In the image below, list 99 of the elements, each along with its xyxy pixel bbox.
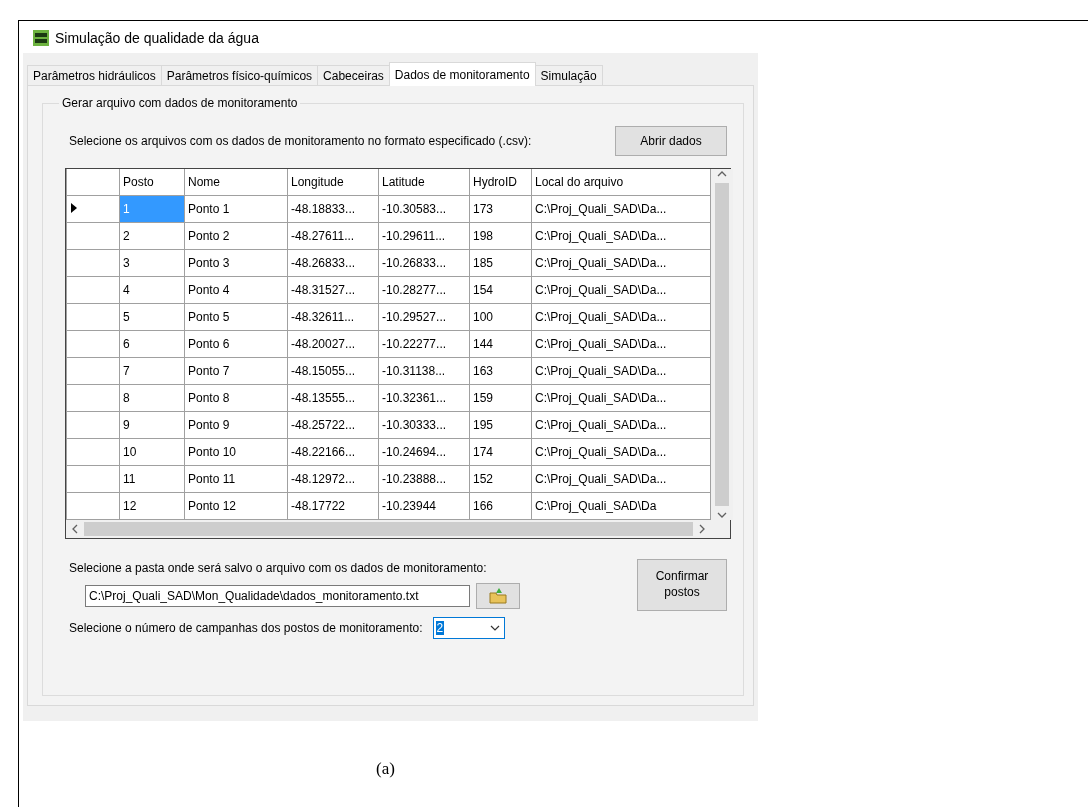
table-cell: Ponto 11 (184, 465, 288, 493)
table-cell: C:\Proj_Quali_SAD\Da... (531, 465, 711, 493)
campaigns-label: Selecione o número de campanhas dos postos de monitoramento: (69, 621, 423, 635)
table-cell: -10.30583... (378, 195, 470, 223)
scroll-right-icon[interactable] (697, 524, 707, 534)
table-cell: Ponto 6 (184, 330, 288, 358)
table-cell: -10.29527... (378, 303, 470, 331)
column-header[interactable]: Local do arquivo (531, 169, 711, 196)
tab[interactable]: Parâmetros hidráulicos (27, 65, 162, 85)
table-cell: 10 (119, 438, 185, 466)
table-cell: Ponto 3 (184, 249, 288, 277)
table-cell: 173 (469, 195, 532, 223)
folder-path-field[interactable]: C:\Proj_Quali_SAD\Mon_Qualidade\dados_monitoramento.txt (85, 585, 470, 607)
table-cell: 195 (469, 411, 532, 439)
column-header[interactable]: Latitude (378, 169, 470, 196)
table-cell: 174 (469, 438, 532, 466)
table-cell: Ponto 5 (184, 303, 288, 331)
confirm-button[interactable]: Confirmar postos (637, 559, 727, 611)
table-cell: 2 (119, 222, 185, 250)
table-cell: -48.31527... (287, 276, 379, 304)
table-cell: 11 (119, 465, 185, 493)
table-cell: -48.15055... (287, 357, 379, 385)
table-cell: C:\Proj_Quali_SAD\Da... (531, 330, 711, 358)
table-cell: -48.26833... (287, 249, 379, 277)
tab[interactable]: Dados de monitoramento (388, 62, 536, 86)
open-data-button[interactable]: Abrir dados (615, 126, 727, 156)
table-cell: -10.32361... (378, 384, 470, 412)
table-cell: 144 (469, 330, 532, 358)
chevron-down-icon (489, 625, 500, 631)
tab[interactable]: Simulação (534, 65, 603, 85)
table-cell: -48.12972... (287, 465, 379, 493)
scroll-down-icon[interactable] (717, 510, 727, 520)
table-cell: Ponto 2 (184, 222, 288, 250)
window-title: Simulação de qualidade da água (55, 30, 259, 46)
scroll-up-icon[interactable] (717, 169, 727, 179)
figure-caption: (a) (375, 759, 396, 779)
table-cell: 9 (119, 411, 185, 439)
table-cell: C:\Proj_Quali_SAD\Da... (531, 195, 711, 223)
table-cell: C:\Proj_Quali_SAD\Da... (531, 222, 711, 250)
table-cell: C:\Proj_Quali_SAD\Da... (531, 438, 711, 466)
table-cell: -10.24694... (378, 438, 470, 466)
table-cell: -48.17722 (287, 492, 379, 520)
table-cell: C:\Proj_Quali_SAD\Da... (531, 411, 711, 439)
scroll-left-icon[interactable] (70, 524, 80, 534)
table-cell: -10.31138... (378, 357, 470, 385)
table-cell: -48.13555... (287, 384, 379, 412)
table-cell: Ponto 7 (184, 357, 288, 385)
table-cell: 4 (119, 276, 185, 304)
tab[interactable]: Parâmetros físico-químicos (160, 65, 319, 85)
table-cell: C:\Proj_Quali_SAD\Da... (531, 303, 711, 331)
table-cell: -10.26833... (378, 249, 470, 277)
table-cell: 1 (119, 195, 185, 223)
column-header[interactable]: Posto (119, 169, 185, 196)
table-cell: 166 (469, 492, 532, 520)
table-cell: Ponto 1 (184, 195, 288, 223)
table-cell: 152 (469, 465, 532, 493)
table-cell: 163 (469, 357, 532, 385)
table-cell: -10.28277... (378, 276, 470, 304)
table-cell: 198 (469, 222, 532, 250)
campaigns-dropdown[interactable]: 2 (432, 617, 505, 639)
column-header[interactable]: Longitude (287, 169, 379, 196)
table-cell: 185 (469, 249, 532, 277)
table-cell: Ponto 9 (184, 411, 288, 439)
table-cell: -48.20027... (287, 330, 379, 358)
folder-label: Selecione a pasta onde será salvo o arquivo com os dados de monitoramento: (69, 561, 488, 575)
table-cell: C:\Proj_Quali_SAD\Da... (531, 249, 711, 277)
instruction-label: Selecione os arquivos com os dados de monitoramento no formato especificado (.csv): (69, 134, 532, 148)
table-cell: C:\Proj_Quali_SAD\Da... (531, 384, 711, 412)
table-cell: 12 (119, 492, 185, 520)
table-cell: -10.23944 (378, 492, 470, 520)
folder-icon (488, 587, 508, 605)
table-cell: Ponto 8 (184, 384, 288, 412)
table-cell: -48.27611... (287, 222, 379, 250)
table-cell: -10.22277... (378, 330, 470, 358)
table-cell: 7 (119, 357, 185, 385)
table-cell: Ponto 4 (184, 276, 288, 304)
table-cell: 6 (119, 330, 185, 358)
table-cell: Ponto 12 (184, 492, 288, 520)
table-cell: -48.22166... (287, 438, 379, 466)
table-cell: Ponto 10 (184, 438, 288, 466)
app-logo-icon (33, 30, 49, 46)
table-cell: 154 (469, 276, 532, 304)
table-cell: -48.32611... (287, 303, 379, 331)
table-cell: 100 (469, 303, 532, 331)
table-cell: -48.25722... (287, 411, 379, 439)
table-cell: 159 (469, 384, 532, 412)
column-header[interactable]: HydroID (469, 169, 532, 196)
table-cell: 8 (119, 384, 185, 412)
group-title: Gerar arquivo com dados de monitoramento (61, 96, 299, 110)
table-cell: -48.18833... (287, 195, 379, 223)
table-cell: C:\Proj_Quali_SAD\Da... (531, 357, 711, 385)
table-cell: -10.29611... (378, 222, 470, 250)
table-cell: 5 (119, 303, 185, 331)
table-cell: C:\Proj_Quali_SAD\Da (531, 492, 711, 520)
table-cell: 3 (119, 249, 185, 277)
table-cell: -10.30333... (378, 411, 470, 439)
table-cell: -10.23888... (378, 465, 470, 493)
column-header[interactable]: Nome (184, 169, 288, 196)
table-cell: C:\Proj_Quali_SAD\Da... (531, 276, 711, 304)
